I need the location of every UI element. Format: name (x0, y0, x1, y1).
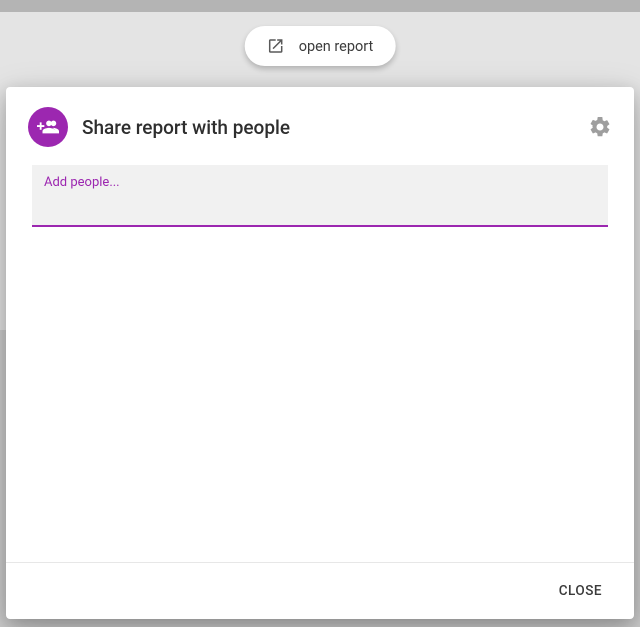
add-people-label: Add people... (44, 175, 596, 190)
close-button[interactable]: CLOSE (547, 575, 614, 607)
dialog-body (6, 227, 634, 562)
add-people-field[interactable]: Add people... (32, 165, 608, 227)
open-report-button[interactable]: open report (245, 26, 396, 66)
open-in-new-icon (267, 37, 285, 55)
dialog-header: Share report with people (6, 87, 634, 159)
dialog-footer: CLOSE (6, 562, 634, 619)
add-people-input[interactable] (44, 198, 596, 225)
share-dialog: Share report with people Add people... C… (6, 87, 634, 619)
gear-icon[interactable] (588, 115, 612, 139)
open-report-label: open report (299, 38, 374, 55)
group-add-icon (28, 107, 68, 147)
dialog-title: Share report with people (82, 116, 588, 139)
